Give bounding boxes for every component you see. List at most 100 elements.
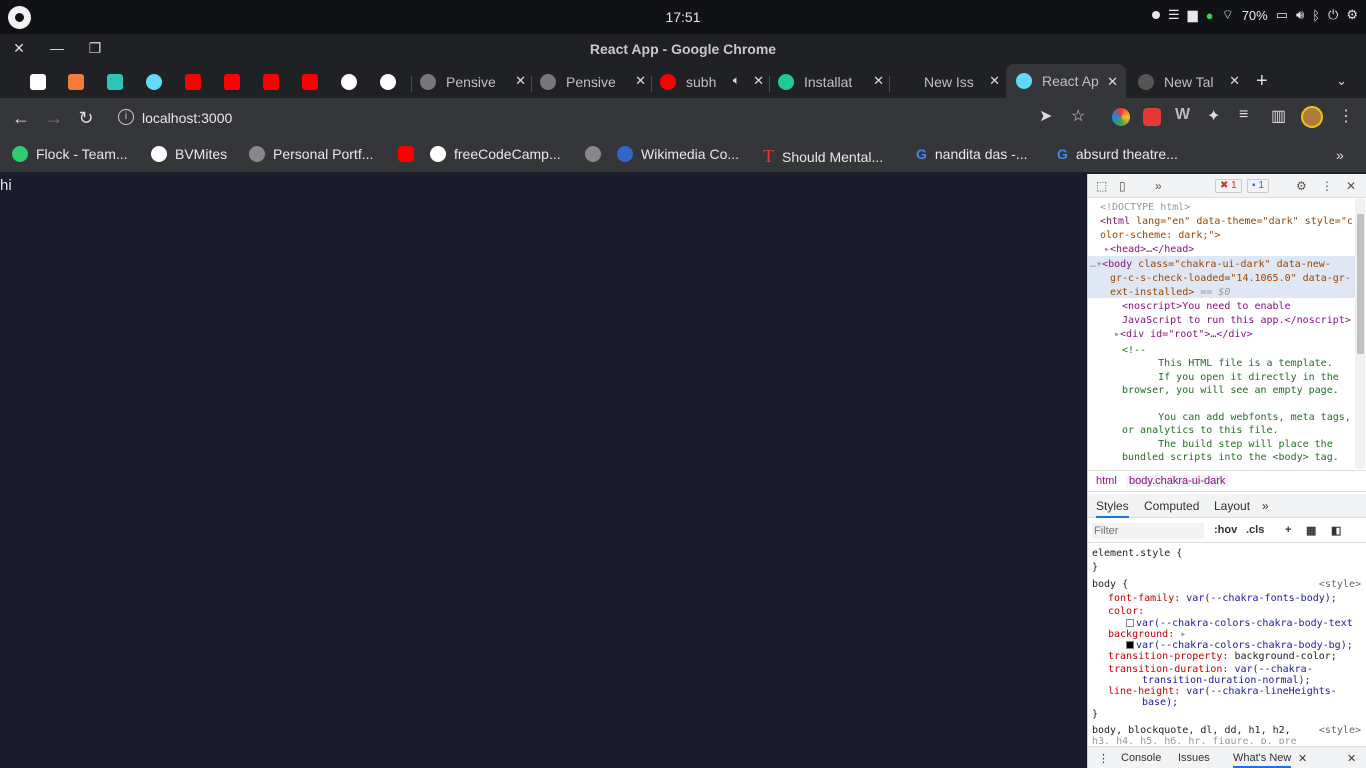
bookmark-star-icon[interactable]: ☆	[1071, 106, 1085, 126]
tab-pensive-1[interactable]: Pensive ✕	[420, 68, 530, 96]
bookmark-item[interactable]: T Should Mental...	[763, 146, 883, 167]
tab-subh[interactable]: subh 🔈︎ ✕	[660, 68, 768, 96]
color-swatch[interactable]	[1126, 619, 1134, 627]
drawer-tab-whats-new[interactable]: What's New	[1233, 752, 1292, 768]
hover-state-toggle[interactable]: :hov	[1214, 524, 1237, 536]
color-picker-extension-icon[interactable]	[1112, 108, 1130, 126]
tab-layout[interactable]: Layout	[1214, 499, 1250, 513]
style-source-link[interactable]: <style>	[1319, 579, 1361, 590]
style-declaration[interactable]: transition-duration: var(--chakra-	[1108, 664, 1313, 676]
close-tab-icon[interactable]: ✕	[1107, 74, 1118, 90]
bookmark-item[interactable]	[585, 146, 609, 162]
tab-new-tab[interactable]: New Tal ✕	[1138, 68, 1244, 96]
notification-bell-icon[interactable]: ●	[1206, 8, 1214, 23]
bookmark-item[interactable]: Gnandita das -...	[916, 146, 1028, 162]
close-drawer-tab-icon[interactable]: ✕	[1298, 752, 1307, 765]
tab-styles[interactable]: Styles	[1096, 499, 1129, 518]
tab-pinned-7[interactable]	[263, 68, 289, 96]
scrollbar-thumb[interactable]	[1357, 214, 1364, 354]
grammarly-extension-icon[interactable]: W	[1175, 106, 1190, 124]
tab-pinned-5[interactable]	[185, 68, 211, 96]
close-tab-icon[interactable]: ✕	[635, 73, 646, 89]
close-tab-icon[interactable]: ✕	[753, 73, 764, 89]
tab-pinned-8[interactable]	[302, 68, 328, 96]
url-input[interactable]	[142, 108, 992, 128]
style-declaration[interactable]: line-height: var(--chakra-lineHeights-	[1108, 686, 1337, 698]
extensions-puzzle-icon[interactable]: ✦	[1207, 106, 1220, 126]
elements-scrollbar[interactable]	[1355, 199, 1365, 469]
forward-arrow-icon[interactable]: →	[43, 107, 65, 129]
breadcrumb-body[interactable]: body.chakra-ui-dark	[1126, 475, 1229, 487]
comment-open[interactable]: <!--	[1122, 344, 1146, 358]
tab-installat[interactable]: Installat ✕	[778, 68, 888, 96]
volume-icon[interactable]: 🔊︎	[1296, 7, 1304, 23]
devtools-menu-kebab-icon[interactable]: ⋮	[1321, 179, 1333, 193]
style-declaration[interactable]: transition-property: background-color;	[1108, 651, 1337, 663]
media-queue-icon[interactable]: ≡	[1239, 106, 1248, 124]
address-bar[interactable]: i	[108, 103, 1096, 133]
bookmark-item[interactable]: Flock - Team...	[12, 146, 128, 162]
menu-icon[interactable]: ☰	[1168, 7, 1180, 23]
style-declaration[interactable]: background: ▸	[1108, 629, 1186, 641]
drawer-menu-kebab-icon[interactable]: ⋮	[1098, 752, 1109, 765]
side-panel-icon[interactable]: ▥	[1271, 106, 1286, 126]
device-toolbar-icon[interactable]: ▯	[1119, 179, 1126, 193]
tab-new-issue[interactable]: New Iss ✕	[898, 68, 1004, 96]
style-declaration[interactable]: font-family: var(--chakra-fonts-body);	[1108, 593, 1337, 605]
battery-icon[interactable]: ▭	[1276, 7, 1288, 23]
drawer-tab-issues[interactable]: Issues	[1178, 752, 1210, 764]
bookmark-item[interactable]: Wikimedia Co...	[617, 146, 739, 162]
styles-filter-input[interactable]	[1092, 523, 1204, 539]
extension-icon[interactable]	[1143, 108, 1161, 126]
paint-brush-icon[interactable]: ▦	[1306, 524, 1316, 537]
bookmark-item[interactable]: Personal Portf...	[249, 146, 373, 162]
head-node[interactable]: ▸<head>…</head>	[1104, 243, 1194, 257]
wifi-icon[interactable]: ⌔	[1221, 7, 1233, 23]
site-info-icon[interactable]: i	[118, 109, 134, 125]
close-devtools-icon[interactable]: ✕	[1346, 179, 1356, 193]
new-style-rule-icon[interactable]: +	[1285, 524, 1291, 536]
tab-pinned-4[interactable]	[146, 68, 172, 96]
close-tab-icon[interactable]: ✕	[515, 73, 526, 89]
drawer-tab-console[interactable]: Console	[1121, 752, 1161, 764]
inspect-element-icon[interactable]: ⬚	[1096, 179, 1107, 193]
folder-icon[interactable]: ▆	[1188, 7, 1198, 23]
errors-badge[interactable]: ✖ 1	[1215, 179, 1242, 193]
bookmark-item[interactable]: freeCodeCamp...	[430, 146, 561, 162]
doctype-node[interactable]: <!DOCTYPE html>	[1100, 201, 1190, 215]
messages-badge[interactable]: ▪ 1	[1247, 179, 1269, 193]
tab-pinned-2[interactable]	[68, 68, 94, 96]
back-arrow-icon[interactable]: ←	[10, 107, 32, 129]
new-tab-plus-icon[interactable]: +	[1256, 70, 1268, 93]
devtools-settings-gear-icon[interactable]: ⚙	[1296, 179, 1307, 193]
breadcrumb-html[interactable]: html	[1096, 475, 1117, 487]
reset-rule-selector[interactable]: body, blockquote, dl, dd, h1, h2,	[1092, 725, 1291, 737]
bookmark-item[interactable]: BVMites	[151, 146, 227, 162]
tab-search-chevron-icon[interactable]: ⌄	[1336, 73, 1347, 89]
class-toggle[interactable]: .cls	[1246, 524, 1264, 536]
close-tab-icon[interactable]: ✕	[873, 73, 884, 89]
element-style-rule[interactable]: element.style {	[1092, 548, 1182, 560]
noscript-node[interactable]: <noscript>You need to enable	[1122, 300, 1291, 314]
battery-percent[interactable]: 70%	[1242, 8, 1268, 23]
toggle-sidebar-icon[interactable]: ◧	[1331, 524, 1341, 537]
more-bookmarks-chevron-icon[interactable]: »	[1336, 147, 1344, 163]
expand-triangle-icon[interactable]: ▸	[1180, 629, 1186, 640]
tab-pensive-2[interactable]: Pensive ✕	[540, 68, 650, 96]
close-tab-icon[interactable]: ✕	[989, 73, 1000, 89]
more-tabs-chevron-icon[interactable]: »	[1262, 499, 1269, 513]
color-swatch[interactable]	[1126, 641, 1134, 649]
bookmark-item[interactable]	[398, 146, 422, 162]
root-div-node[interactable]: ▸<div id="root">…</div>	[1114, 328, 1252, 342]
body-rule-selector[interactable]: body {	[1092, 579, 1128, 591]
bluetooth-icon[interactable]: ᛒ	[1312, 8, 1320, 23]
chrome-menu-kebab-icon[interactable]: ⋮	[1338, 106, 1354, 126]
close-tab-icon[interactable]: ✕	[1229, 73, 1240, 89]
audio-playing-icon[interactable]: 🔈︎	[733, 73, 740, 88]
tab-pinned-6[interactable]	[224, 68, 250, 96]
collapse-triangle-icon[interactable]: …▾	[1090, 259, 1102, 270]
settings-gear-icon[interactable]: ⚙	[1346, 7, 1358, 23]
profile-avatar[interactable]	[1301, 106, 1323, 128]
bookmark-item[interactable]: Gabsurd theatre...	[1057, 146, 1178, 162]
html-node[interactable]: <html lang="en" data-theme="dark" style=…	[1100, 215, 1353, 229]
